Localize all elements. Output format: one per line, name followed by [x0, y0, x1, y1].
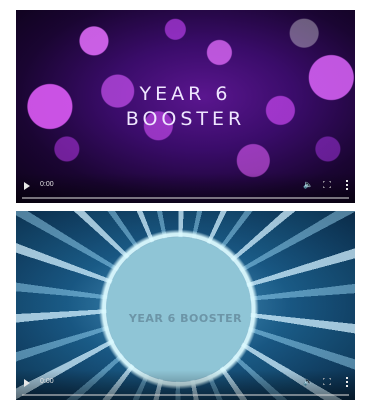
video-controls: 0:00 🔈	[16, 370, 355, 400]
fullscreen-icon[interactable]	[323, 181, 331, 188]
play-icon[interactable]	[24, 182, 30, 190]
volume-icon[interactable]: 🔈	[303, 180, 313, 189]
time-display: 0:00	[40, 181, 54, 188]
video-player-2[interactable]: YEAR 6 BOOSTER 0:00 🔈	[16, 211, 355, 400]
progress-bar[interactable]	[22, 394, 349, 396]
video-controls: 0:00 🔈	[16, 173, 355, 203]
volume-icon[interactable]: 🔈	[303, 377, 313, 386]
play-icon[interactable]	[24, 379, 30, 387]
more-options-icon[interactable]	[345, 377, 349, 387]
fullscreen-icon[interactable]	[323, 378, 331, 385]
video-title-text: YEAR 6 BOOSTER	[125, 83, 246, 130]
video-title-text: YEAR 6 BOOSTER	[128, 312, 243, 325]
progress-bar[interactable]	[22, 197, 349, 199]
more-options-icon[interactable]	[345, 180, 349, 190]
time-display: 0:00	[40, 378, 54, 385]
video-player-1[interactable]: YEAR 6 BOOSTER 0:00 🔈	[16, 10, 355, 203]
